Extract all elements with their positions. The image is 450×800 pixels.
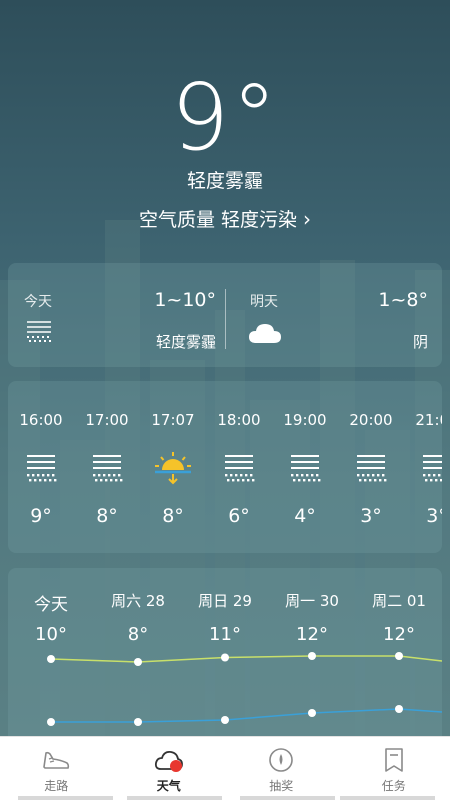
air-quality-link[interactable]: 空气质量 轻度污染 ›: [139, 205, 311, 232]
hourly-time: 19:00: [283, 411, 327, 429]
haze-icon: [27, 321, 51, 342]
low-temp-line: [51, 708, 442, 723]
sunset-icon: [155, 452, 191, 485]
low-temp-point: [47, 718, 55, 726]
high-temp-point: [308, 652, 316, 660]
low-temp-point: [134, 718, 142, 726]
hourly-item: 18:00 6°: [209, 381, 269, 553]
tab-label: 走路: [44, 779, 69, 793]
today-label: 今天: [24, 294, 52, 310]
cloud-icon: [249, 324, 281, 343]
low-temp-point: [308, 709, 316, 717]
tab-underline: [240, 796, 335, 800]
hourly-temp: 4°: [294, 505, 316, 527]
low-temp-point: [221, 716, 229, 724]
haze-icon: [423, 455, 442, 482]
weather-icon: [154, 750, 183, 772]
bookmark-icon: [384, 748, 403, 772]
hourly-temp: 8°: [162, 505, 184, 527]
chevron-right-icon: ›: [303, 206, 312, 231]
tab-label: 任务: [381, 779, 406, 793]
high-temp-point: [47, 655, 55, 663]
hourly-temp: 3°: [360, 505, 382, 527]
high-temp-point: [134, 658, 142, 666]
shoe-icon: [43, 751, 70, 769]
hourly-temp: 6°: [228, 505, 250, 527]
high-temp-point: [395, 652, 403, 660]
tomorrow-label: 明天: [250, 294, 278, 310]
divider: [225, 289, 226, 349]
hourly-forecast[interactable]: 16:00 9° 17:00 8° 17:07 8° 18:00 6° 19:00 4° 20:00…: [8, 381, 442, 553]
hourly-item: 17:07 8°: [143, 381, 203, 553]
tab-lottery[interactable]: 抽奖: [225, 737, 338, 800]
hourly-temp: 9°: [30, 505, 52, 527]
hourly-item: 20:00 3°: [341, 381, 401, 553]
hourly-time: 16:00: [19, 411, 63, 429]
high-temp-point: [221, 653, 229, 662]
hourly-time: 20:00: [349, 411, 393, 429]
tab-shoe[interactable]: 走路: [0, 737, 113, 800]
tab-underline: [340, 796, 435, 800]
lottery-icon: [269, 748, 294, 772]
current-condition: 轻度雾霾: [186, 170, 263, 192]
today-summary[interactable]: 今天 1~10° 轻度雾霾: [8, 263, 226, 367]
hourly-time: 17:00: [85, 411, 129, 429]
tab-weather[interactable]: 天气: [113, 737, 226, 800]
haze-icon: [27, 455, 57, 482]
hourly-item: 19:00 4°: [275, 381, 335, 553]
current-weather: 9° 轻度雾霾 空气质量 轻度污染 ›: [0, 70, 450, 232]
tab-label: 抽奖: [269, 779, 294, 793]
tomorrow-summary[interactable]: 明天 1~8° 阴: [232, 263, 442, 367]
haze-icon: [225, 455, 255, 482]
hourly-time: 21:00: [415, 411, 442, 429]
haze-icon: [291, 455, 321, 482]
hourly-item: 16:00 9°: [11, 381, 71, 553]
haze-icon: [357, 455, 387, 482]
tab-label: 天气: [156, 779, 181, 793]
low-temp-point: [395, 705, 403, 713]
today-range: 1~10°: [154, 289, 216, 311]
hourly-time: 17:07: [151, 411, 195, 429]
today-condition: 轻度雾霾: [155, 333, 216, 351]
haze-icon: [93, 455, 123, 482]
tab-bookmark[interactable]: 任务: [338, 737, 450, 800]
bottom-tab-bar: 走路 天气 抽奖 任务: [0, 736, 450, 800]
today-tomorrow-card[interactable]: 今天 1~10° 轻度雾霾 明天 1~8° 阴: [8, 263, 442, 367]
tomorrow-condition: 阴: [412, 333, 428, 351]
hourly-item: 17:00 8°: [77, 381, 137, 553]
tab-underline: [18, 796, 113, 800]
hourly-time: 18:00: [217, 411, 261, 429]
current-temperature: 9°: [170, 64, 280, 171]
tomorrow-range: 1~8°: [378, 289, 428, 311]
high-temp-line: [50, 655, 442, 663]
hourly-temp: 3°: [426, 505, 442, 527]
tab-underline: [127, 796, 222, 800]
hourly-item: 21:00 3°: [407, 381, 442, 553]
air-quality-text: 空气质量 轻度污染: [138, 209, 298, 231]
hourly-temp: 8°: [96, 505, 118, 527]
